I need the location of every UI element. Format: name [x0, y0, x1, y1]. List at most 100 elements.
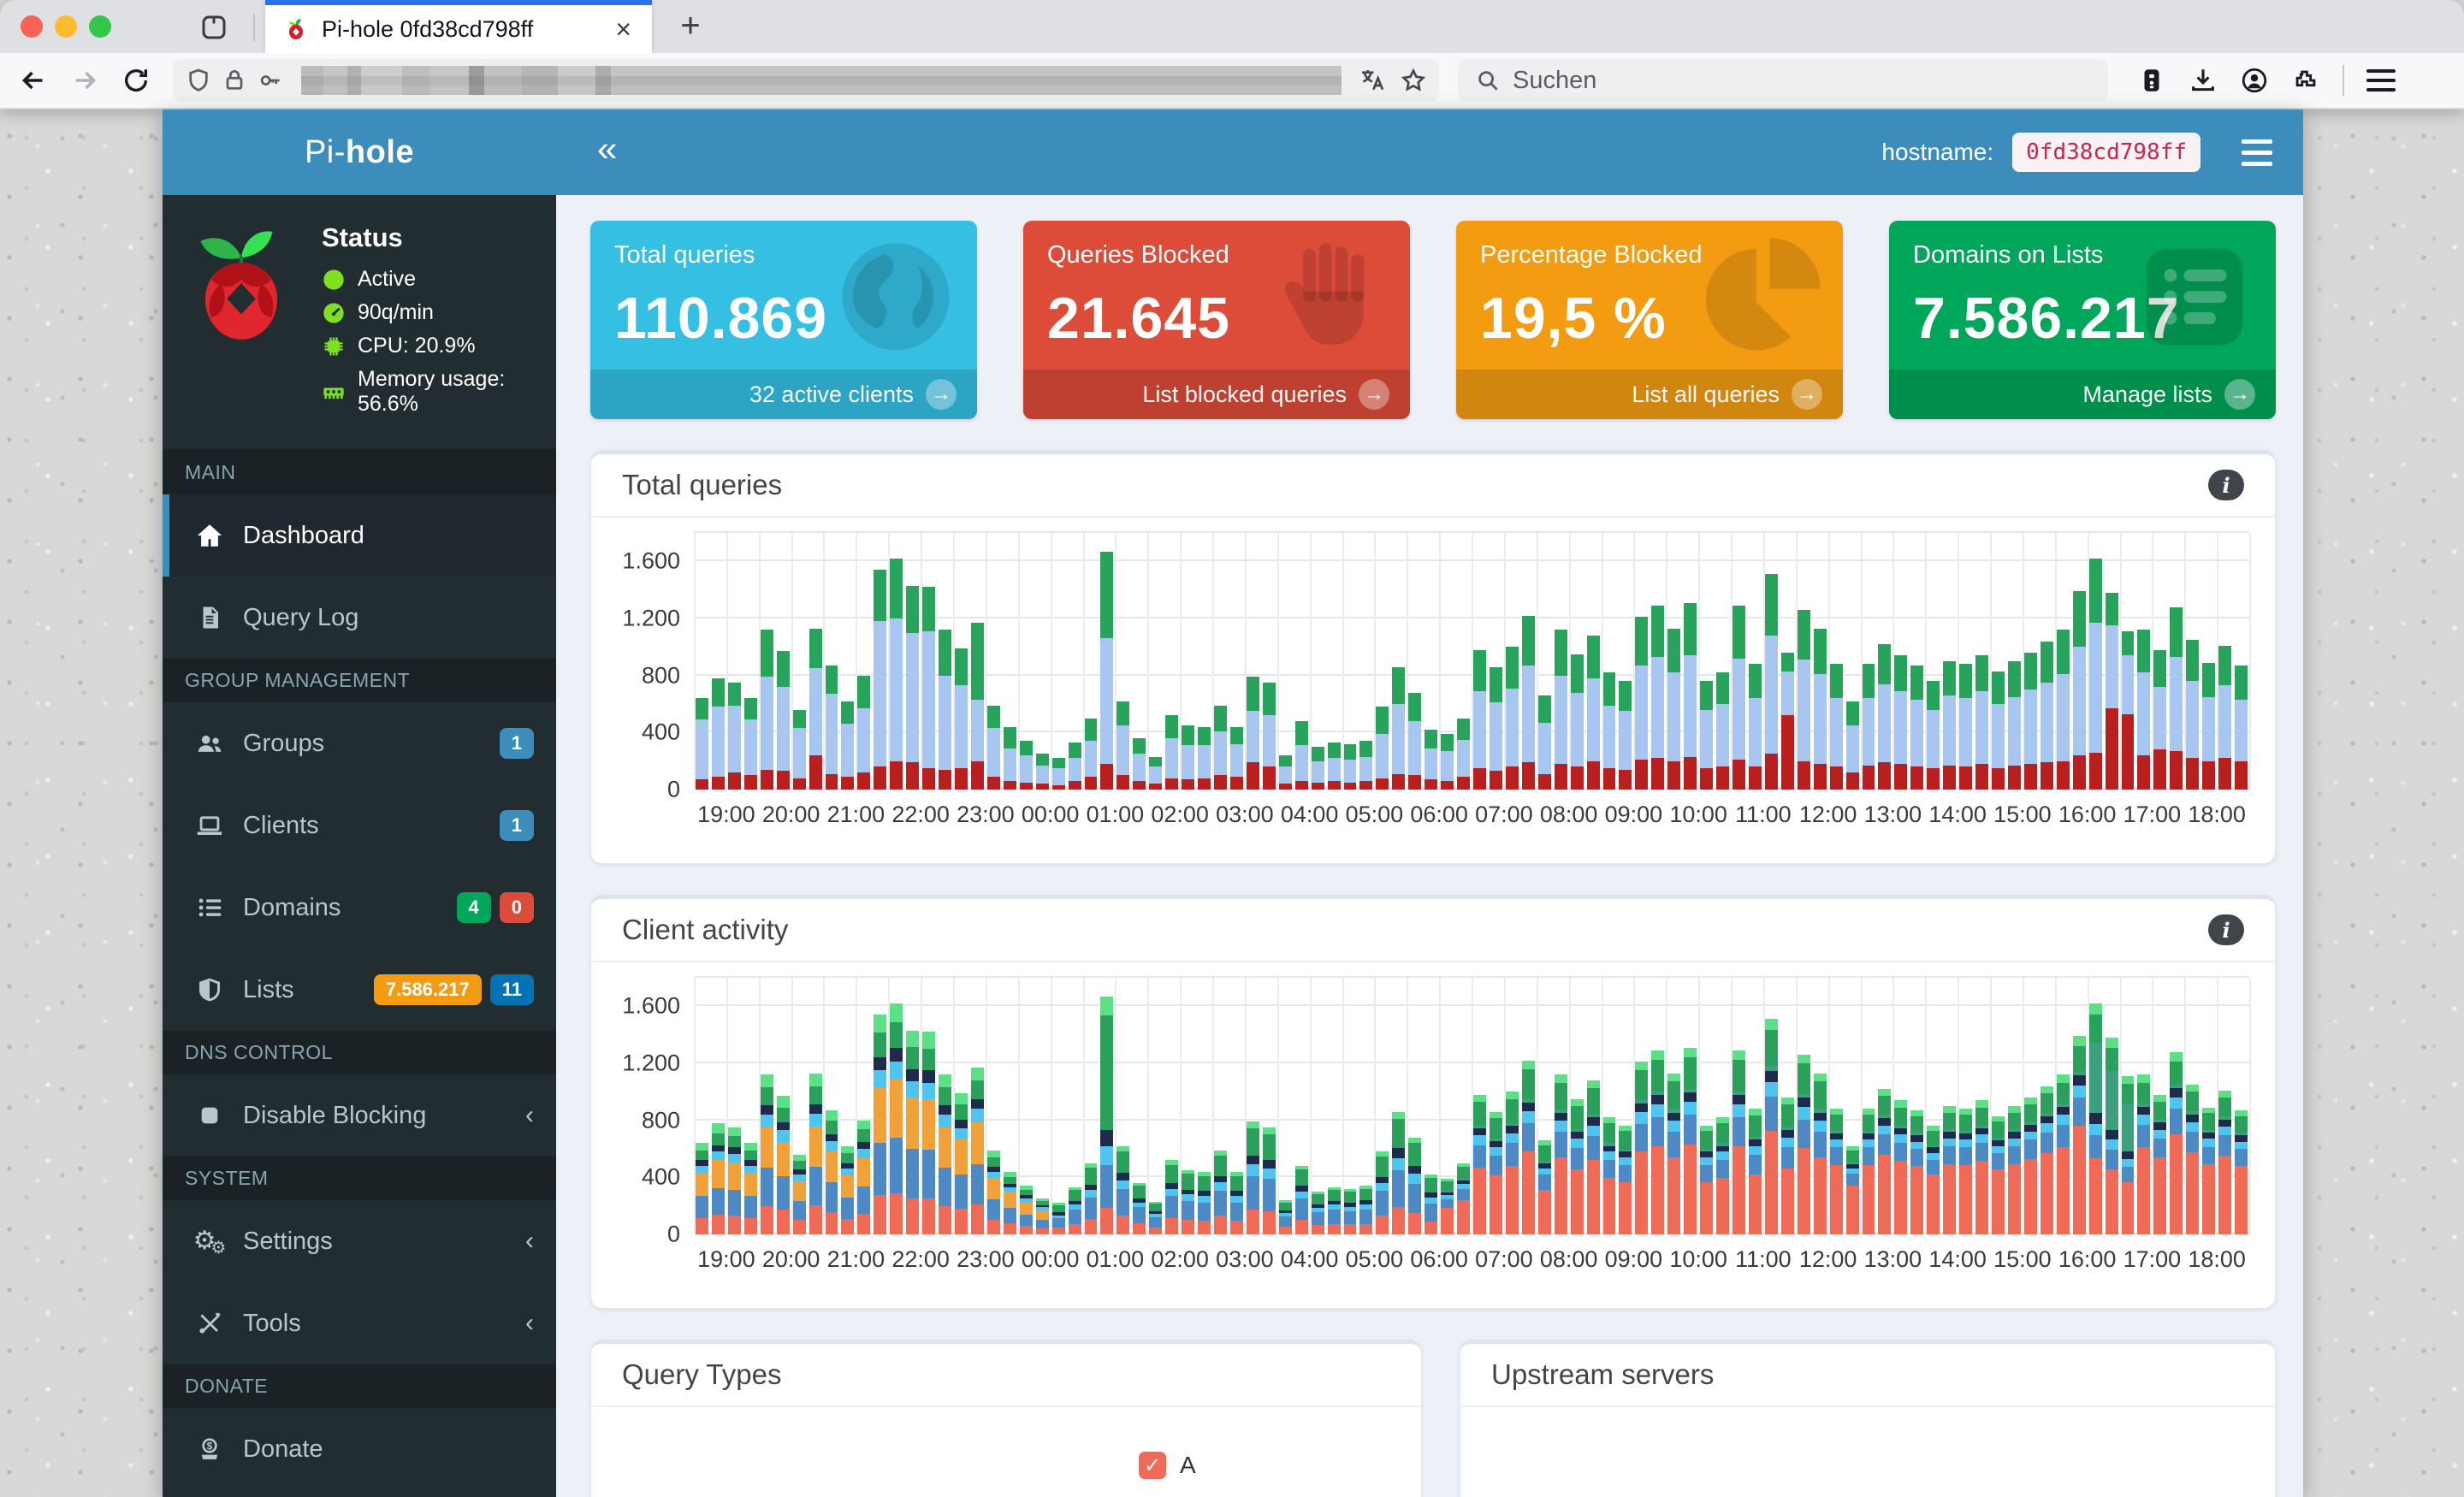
bar-segment-client-coral	[1457, 1200, 1470, 1234]
stacked-bar	[1441, 978, 1454, 1234]
bar-segment-blue-middle	[2056, 674, 2070, 761]
card-link-all-queries[interactable]: List all queries →	[1456, 370, 1843, 419]
stacked-bar	[1214, 978, 1227, 1234]
bar-segment-client-steelblue	[986, 1199, 1000, 1220]
tracking-protection-shield-icon[interactable]	[185, 67, 212, 94]
bar-segment-red-bottom	[1780, 715, 1794, 790]
bar-segment-client-mint	[970, 1068, 984, 1081]
bar-segment-blue-middle	[890, 618, 903, 761]
card-link-manage-lists[interactable]: Manage lists →	[1889, 370, 2276, 419]
legend-checkbox-A[interactable]: ✓	[1139, 1452, 1166, 1479]
legend-label: A	[1180, 1452, 1196, 1478]
sidebar-item-clients[interactable]: Clients 1	[163, 784, 556, 867]
translate-icon[interactable]	[1359, 67, 1386, 94]
stacked-bar	[1894, 533, 1908, 790]
bar-segment-client-green	[1959, 1115, 1973, 1132]
firefox-view-icon[interactable]	[198, 12, 229, 43]
search-bar[interactable]: Suchen	[1458, 59, 2108, 102]
bar-segment-client-mint	[727, 1127, 741, 1137]
stacked-bar	[939, 978, 951, 1234]
stacked-bar	[2007, 533, 2021, 790]
stacked-bar	[1003, 978, 1016, 1234]
bar-segment-blue-middle	[1392, 704, 1406, 774]
sidebar-item-query-log[interactable]: Query Log	[163, 577, 556, 659]
window-minimize-button[interactable]	[55, 15, 77, 38]
window-zoom-button[interactable]	[89, 15, 111, 38]
bar-segment-client-navy	[1619, 1151, 1632, 1158]
extensions-puzzle-icon[interactable]	[2291, 66, 2320, 95]
stacked-bar	[1554, 978, 1567, 1234]
sidebar-item-tools[interactable]: Tools ‹	[163, 1282, 556, 1364]
bar-segment-blue-middle	[1246, 711, 1259, 763]
bar-segment-blue-middle	[955, 685, 968, 768]
info-icon[interactable]: i	[2208, 914, 2244, 945]
bar-segment-green-top	[727, 683, 741, 706]
cpu-chip-icon	[322, 334, 346, 358]
window-close-button[interactable]	[21, 15, 43, 38]
sidebar-item-dashboard[interactable]: Dashboard	[163, 494, 556, 577]
bar-segment-client-coral	[2105, 1169, 2118, 1234]
sidebar-item-lists[interactable]: Lists 7.586.217 11	[163, 949, 556, 1031]
bookmark-star-icon[interactable]	[1400, 67, 1427, 94]
bar-segment-client-steelblue	[1959, 1147, 1973, 1166]
card-link-active-clients[interactable]: 32 active clients →	[590, 370, 977, 419]
bar-segment-green-top	[1165, 715, 1179, 739]
sidebar-item-groups[interactable]: Groups 1	[163, 702, 556, 784]
permissions-key-icon[interactable]	[257, 67, 284, 94]
sidebar-item-donate[interactable]: $ Donate	[163, 1408, 556, 1490]
bar-segment-client-mint	[1408, 1137, 1422, 1144]
browser-menu-icon[interactable]	[2366, 69, 2396, 92]
bar-segment-red-bottom	[1473, 768, 1486, 790]
stacked-bar	[1376, 978, 1389, 1234]
password-manager-icon[interactable]	[2137, 66, 2166, 95]
bar-segment-client-coral	[1246, 1209, 1259, 1234]
bar-segment-client-orange	[841, 1175, 855, 1198]
back-button[interactable]	[15, 62, 51, 98]
stacked-bar	[922, 978, 936, 1234]
lock-icon[interactable]	[221, 67, 248, 94]
sidebar-item-settings[interactable]: ⚙ ⚙ Settings ‹	[163, 1200, 556, 1282]
x-axis-tick-label: 17:00	[2123, 1246, 2182, 1272]
pihole-logo[interactable]: Pi-hole	[163, 134, 556, 171]
bar-segment-client-cyan	[857, 1149, 871, 1158]
new-tab-button[interactable]: +	[671, 7, 710, 45]
forward-button[interactable]	[67, 62, 103, 98]
bar-segment-green-top	[2105, 593, 2118, 626]
account-icon[interactable]	[2240, 66, 2269, 95]
stacked-bar	[1943, 533, 1957, 790]
sidebar-item-disable-blocking[interactable]: Disable Blocking ‹	[163, 1074, 556, 1157]
bar-segment-client-navy	[1554, 1112, 1567, 1121]
bar-segment-client-navy	[1927, 1147, 1940, 1153]
stacked-bar	[841, 533, 855, 790]
stacked-bar	[1684, 533, 1697, 790]
bar-segment-client-mint	[776, 1096, 790, 1108]
stacked-bar	[1408, 533, 1422, 790]
bar-segment-client-steelblue	[1537, 1175, 1551, 1190]
browser-tab[interactable]: Pi-hole 0fd38cd798ff ×	[265, 0, 652, 53]
pihole-menu-icon[interactable]	[2242, 139, 2272, 166]
downloads-icon[interactable]	[2189, 66, 2218, 95]
bar-segment-client-coral	[955, 1209, 968, 1234]
tab-close-icon[interactable]: ×	[610, 14, 637, 45]
stacked-bar	[2137, 978, 2151, 1234]
reload-button[interactable]	[118, 62, 154, 98]
y-axis-tick-label: 800	[641, 662, 680, 689]
bar-segment-blue-middle	[1684, 655, 1697, 757]
bar-segment-client-coral	[1684, 1145, 1697, 1234]
status-active: Active	[358, 267, 417, 291]
bar-segment-client-mint	[711, 1123, 725, 1133]
chevron-left-icon: ‹	[525, 1227, 534, 1255]
card-link-blocked-queries[interactable]: List blocked queries →	[1023, 370, 1410, 419]
stacked-bar	[1667, 533, 1681, 790]
sidebar-collapse-button[interactable]: «	[597, 131, 617, 174]
sidebar-item-domains[interactable]: Domains 4 0	[163, 867, 556, 949]
bar-segment-client-steelblue	[2056, 1124, 2070, 1147]
address-bar[interactable]	[173, 59, 1439, 102]
bar-segment-client-cyan	[711, 1151, 725, 1161]
bar-segment-red-bottom	[1684, 756, 1697, 790]
bar-segment-blue-middle	[1084, 741, 1098, 777]
info-icon[interactable]: i	[2208, 470, 2244, 500]
stacked-bar	[1376, 533, 1389, 790]
y-axis-tick-label: 1.200	[622, 605, 680, 631]
stacked-bar	[922, 533, 936, 790]
